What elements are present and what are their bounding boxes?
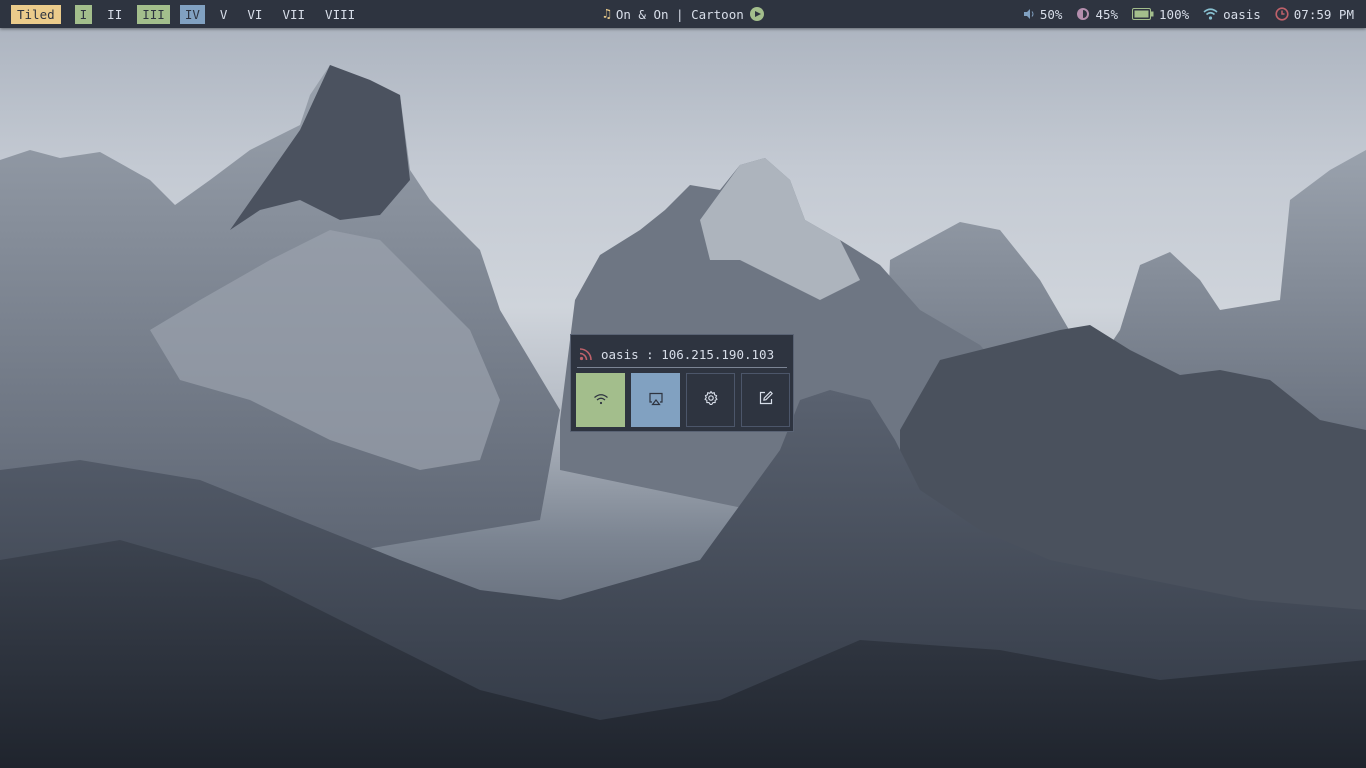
volume-module[interactable]: 50%: [1023, 6, 1063, 22]
media-player[interactable]: ♫ On & On | Cartoon: [603, 4, 764, 24]
workspace-1[interactable]: I: [74, 4, 93, 24]
network-popup-buttons: [576, 373, 796, 427]
brightness-value: 45%: [1095, 6, 1119, 22]
wifi-name: oasis: [1223, 6, 1261, 22]
brightness-icon: [1076, 7, 1090, 21]
network-module[interactable]: oasis: [1203, 7, 1261, 22]
clock-module[interactable]: 07:59 PM: [1275, 7, 1354, 22]
workspace-3[interactable]: III: [137, 4, 170, 24]
now-playing-text: On & On | Cartoon: [615, 6, 744, 22]
top-panel: Tiled I II III IV V VI VII VIII ♫ On & O…: [0, 0, 1366, 28]
battery-value: 100%: [1159, 6, 1190, 22]
airplay-icon: [648, 391, 664, 410]
wifi-icon: [1203, 8, 1218, 20]
rss-icon: [579, 347, 593, 361]
battery-module[interactable]: 100%: [1132, 7, 1189, 22]
edit-icon: [758, 390, 774, 410]
wifi-toggle-button[interactable]: [576, 373, 625, 427]
volume-value: 50%: [1039, 6, 1063, 22]
brightness-module[interactable]: 45%: [1076, 7, 1118, 22]
network-popup-title: oasis : 106.215.190.103: [601, 346, 775, 362]
network-settings-button[interactable]: [686, 373, 735, 427]
network-popup-header: oasis : 106.215.190.103: [579, 345, 774, 363]
workspace-7[interactable]: VII: [277, 5, 310, 24]
play-icon[interactable]: [749, 7, 764, 21]
workspace-6[interactable]: VI: [242, 5, 267, 24]
clock-icon: [1275, 7, 1289, 21]
speaker-icon: [1023, 8, 1035, 20]
layout-indicator[interactable]: Tiled: [11, 4, 61, 24]
battery-icon: [1132, 8, 1154, 20]
network-edit-button[interactable]: [741, 373, 790, 427]
wifi-icon: [593, 391, 609, 410]
gear-icon: [703, 390, 719, 410]
workspace-8[interactable]: VIII: [320, 5, 360, 24]
divider: [577, 367, 787, 368]
workspace-switcher: Tiled I II III IV V VI VII VIII: [11, 4, 370, 24]
clock-time: 07:59 PM: [1293, 6, 1354, 22]
workspace-5[interactable]: V: [215, 5, 233, 24]
system-tray: 50% 45% 100% oasis 07:59 PM: [1009, 4, 1354, 24]
workspace-2[interactable]: II: [102, 5, 127, 24]
workspace-4[interactable]: IV: [179, 4, 205, 24]
airplay-toggle-button[interactable]: [631, 373, 680, 427]
network-popup: oasis : 106.215.190.103: [570, 334, 794, 432]
music-note-icon: ♫: [603, 6, 611, 22]
